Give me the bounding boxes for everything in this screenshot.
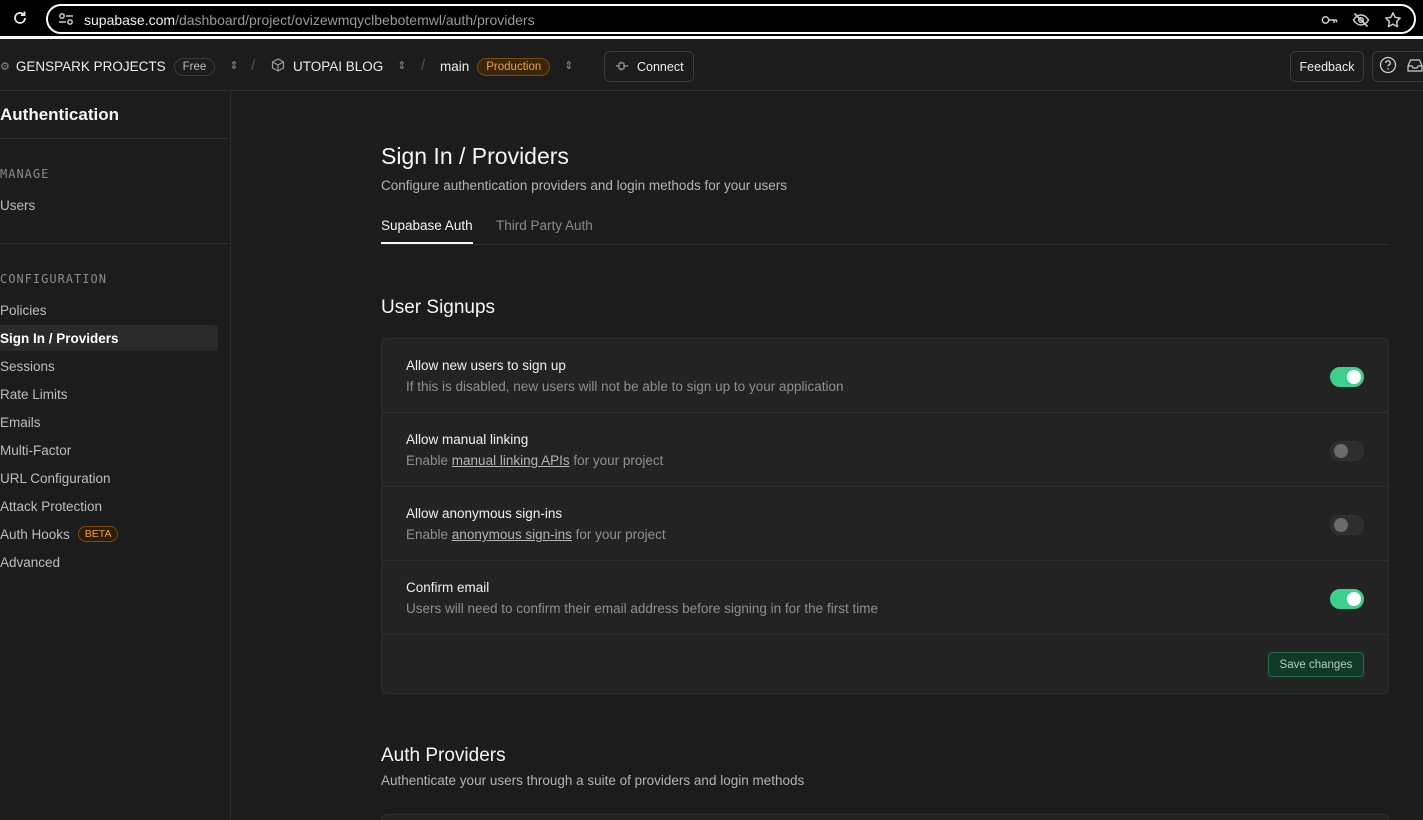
toggle-knob xyxy=(1334,444,1348,458)
anonymous-signins-link[interactable]: anonymous sign-ins xyxy=(452,527,572,542)
divider xyxy=(0,243,230,244)
key-icon[interactable] xyxy=(1320,11,1338,29)
manual-linking-toggle[interactable] xyxy=(1330,441,1364,461)
tab-third-party-auth[interactable]: Third Party Auth xyxy=(496,218,593,242)
plan-badge: Free xyxy=(173,57,216,76)
page-subtitle: Configure authentication providers and l… xyxy=(381,178,787,193)
desc-text: Enable xyxy=(406,453,452,468)
toggle-knob xyxy=(1347,592,1361,606)
sidebar: Authentication MANAGE Users CONFIGURATIO… xyxy=(0,91,231,820)
sidebar-title: Authentication xyxy=(0,105,119,124)
setting-label: Allow manual linking xyxy=(406,432,529,447)
sidebar-item-sessions[interactable]: Sessions xyxy=(0,353,218,379)
branch-switcher[interactable]: main Production ⇕ xyxy=(440,42,573,91)
providers-card-edge xyxy=(381,814,1389,820)
setting-row-confirm-email: Confirm email Users will need to confirm… xyxy=(382,561,1388,635)
branch-name: main xyxy=(440,59,470,74)
card-footer: Save changes xyxy=(382,636,1388,693)
sidebar-item-advanced[interactable]: Advanced xyxy=(0,549,218,575)
project-switcher[interactable]: UTOPAI BLOG ⇕ xyxy=(271,42,407,91)
toggle-knob xyxy=(1347,370,1361,384)
chevron-updown-icon: ⇕ xyxy=(229,60,239,72)
org-icon: ⚙ xyxy=(0,61,10,73)
feedback-label: Feedback xyxy=(1299,59,1355,74)
manual-linking-apis-link[interactable]: manual linking APIs xyxy=(452,453,570,468)
reload-icon[interactable] xyxy=(12,10,28,26)
box-icon xyxy=(271,58,285,75)
setting-label: Confirm email xyxy=(406,580,490,595)
setting-row-manual-linking: Allow manual linking Enable manual linki… xyxy=(382,413,1388,487)
address-bar[interactable]: supabase.com/dashboard/project/ovizewmqy… xyxy=(46,4,1416,34)
environment-badge: Production xyxy=(477,57,551,76)
sidebar-item-multi-factor[interactable]: Multi-Factor xyxy=(0,437,218,463)
inbox-icon[interactable] xyxy=(1407,58,1423,75)
project-name: UTOPAI BLOG xyxy=(293,59,384,74)
sidebar-item-policies[interactable]: Policies xyxy=(0,297,218,323)
sidebar-item-auth-hooks[interactable]: Auth Hooks BETA xyxy=(0,521,218,547)
chevron-updown-icon: ⇕ xyxy=(397,60,407,72)
desc-text: for your project xyxy=(569,453,664,468)
url-domain: supabase.com xyxy=(84,12,176,28)
eye-off-icon[interactable] xyxy=(1352,11,1370,29)
sidebar-item-emails[interactable]: Emails xyxy=(0,409,218,435)
setting-description: If this is disabled, new users will not … xyxy=(406,379,844,394)
breadcrumb-separator: / xyxy=(421,57,426,74)
section-label-configuration: CONFIGURATION xyxy=(0,272,107,286)
app-header: ⚙ GENSPARK PROJECTS Free ⇕ / UTOPAI BLOG… xyxy=(0,42,1423,91)
sidebar-item-rate-limits[interactable]: Rate Limits xyxy=(0,381,218,407)
url-path: /dashboard/project/ovizewmqyclbebotemwl/… xyxy=(175,12,535,28)
sidebar-item-label: Auth Hooks xyxy=(0,526,70,542)
desc-text: for your project xyxy=(571,527,666,542)
save-changes-button[interactable]: Save changes xyxy=(1268,652,1364,677)
browser-toolbar: supabase.com/dashboard/project/ovizewmqy… xyxy=(0,0,1423,39)
setting-description: Enable manual linking APIs for your proj… xyxy=(406,453,663,468)
section-title-auth-providers: Auth Providers xyxy=(381,745,506,766)
divider xyxy=(0,138,230,139)
setting-description: Users will need to confirm their email a… xyxy=(406,601,878,616)
beta-badge: BETA xyxy=(77,526,119,542)
allow-signups-toggle[interactable] xyxy=(1330,367,1364,387)
sidebar-item-url-configuration[interactable]: URL Configuration xyxy=(0,465,218,491)
section-subtitle-auth-providers: Authenticate your users through a suite … xyxy=(381,773,805,788)
org-name: GENSPARK PROJECTS xyxy=(15,59,166,74)
toggle-knob xyxy=(1334,518,1348,532)
anonymous-signins-toggle[interactable] xyxy=(1330,515,1364,535)
desc-text: Enable xyxy=(406,527,452,542)
help-icon xyxy=(1379,56,1397,77)
star-icon[interactable] xyxy=(1384,11,1402,29)
site-settings-icon[interactable] xyxy=(58,12,74,26)
org-switcher[interactable]: ⚙ GENSPARK PROJECTS Free ⇕ xyxy=(0,42,239,91)
setting-label: Allow anonymous sign-ins xyxy=(406,506,563,521)
confirm-email-toggle[interactable] xyxy=(1330,589,1364,609)
url-text[interactable]: supabase.com/dashboard/project/ovizewmqy… xyxy=(84,12,535,28)
page-title: Sign In / Providers xyxy=(381,143,569,169)
setting-label: Allow new users to sign up xyxy=(406,358,566,373)
setting-row-allow-signups: Allow new users to sign up If this is di… xyxy=(382,339,1388,413)
sidebar-item-users[interactable]: Users xyxy=(0,192,218,218)
tab-supabase-auth[interactable]: Supabase Auth xyxy=(381,218,473,244)
connect-button[interactable]: Connect xyxy=(604,51,694,82)
sidebar-item-attack-protection[interactable]: Attack Protection xyxy=(0,493,218,519)
setting-description: Enable anonymous sign-ins for your proje… xyxy=(406,527,666,542)
breadcrumb-separator: / xyxy=(251,57,256,74)
tab-bar: Supabase Auth Third Party Auth xyxy=(381,218,1389,245)
section-label-manage: MANAGE xyxy=(0,167,50,181)
plug-icon xyxy=(615,60,629,74)
feedback-button[interactable]: Feedback xyxy=(1290,51,1364,82)
chevron-updown-icon: ⇕ xyxy=(564,60,574,72)
connect-label: Connect xyxy=(637,59,684,74)
help-button[interactable] xyxy=(1372,51,1423,82)
section-title-user-signups: User Signups xyxy=(381,297,496,318)
user-signups-card: Allow new users to sign up If this is di… xyxy=(381,338,1389,694)
setting-row-anonymous-signins: Allow anonymous sign-ins Enable anonymou… xyxy=(382,487,1388,561)
sidebar-item-sign-in-providers[interactable]: Sign In / Providers xyxy=(0,325,218,351)
